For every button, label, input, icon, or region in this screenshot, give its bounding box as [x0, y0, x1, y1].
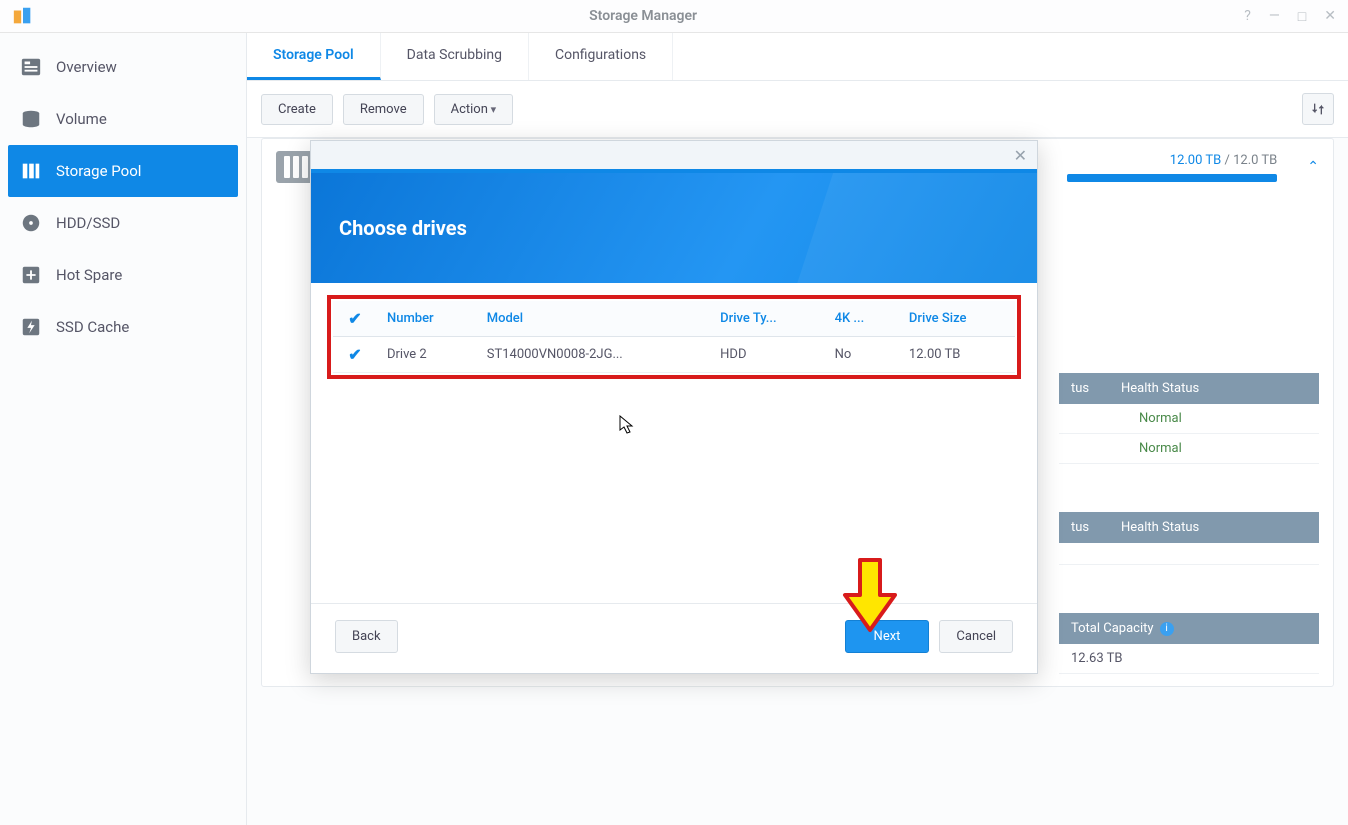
sidebar-item-label: SSD Cache	[56, 318, 129, 336]
sidebar-item-label: Storage Pool	[56, 162, 141, 180]
dialog-footer: Back Next Cancel	[311, 603, 1037, 673]
select-all-checkbox[interactable]: ✔	[333, 301, 377, 337]
health-table-1: tusHealth Status Normal Normal	[1059, 373, 1319, 464]
cursor-icon	[619, 415, 635, 439]
cancel-button[interactable]: Cancel	[939, 620, 1013, 653]
sidebar-item-hot-spare[interactable]: Hot Spare	[0, 249, 246, 301]
window-title: Storage Manager	[42, 8, 1244, 24]
drive-checkbox[interactable]: ✔	[333, 337, 377, 373]
close-icon[interactable]: ✕	[1014, 146, 1027, 165]
drive-row[interactable]: ✔ Drive 2 ST14000VN0008-2JG... HDD No 12…	[333, 337, 1015, 373]
maximize-button[interactable]: □	[1298, 8, 1306, 25]
chevron-up-icon[interactable]: ⌃	[1307, 159, 1319, 175]
col-4k[interactable]: 4K ...	[825, 301, 899, 337]
health-table-2: tusHealth Status	[1059, 512, 1319, 565]
create-button[interactable]: Create	[261, 94, 333, 125]
sidebar: Overview Volume Storage Pool HDD/SSD Hot…	[0, 33, 247, 825]
health-row: Normal	[1059, 404, 1319, 434]
action-dropdown[interactable]: Action	[434, 94, 514, 125]
minimize-button[interactable]: —	[1269, 8, 1280, 25]
capacity-value: 12.63 TB	[1059, 644, 1319, 674]
help-icon[interactable]: ?	[1244, 8, 1251, 25]
storage-pool-icon	[20, 160, 42, 182]
annotation-arrow	[840, 555, 900, 639]
capacity-used: 12.00 TB	[1170, 153, 1221, 168]
tabs: Storage Pool Data Scrubbing Configuratio…	[247, 33, 1348, 81]
drive-table-highlight: ✔ Number Model Drive Ty... 4K ... Drive …	[327, 295, 1021, 379]
sidebar-item-label: Overview	[56, 58, 117, 76]
sidebar-item-hdd-ssd[interactable]: HDD/SSD	[0, 197, 246, 249]
drive-number: Drive 2	[377, 337, 477, 373]
capacity-table: Total Capacity i 12.63 TB	[1059, 613, 1319, 674]
ssd-cache-icon	[20, 316, 42, 338]
tab-data-scrubbing[interactable]: Data Scrubbing	[381, 33, 529, 80]
sidebar-item-volume[interactable]: Volume	[0, 93, 246, 145]
capacity-bar	[1067, 174, 1277, 182]
drive-model: ST14000VN0008-2JG...	[477, 337, 710, 373]
back-button[interactable]: Back	[335, 620, 398, 653]
col-number[interactable]: Number	[377, 301, 477, 337]
col-drive-size[interactable]: Drive Size	[899, 301, 1015, 337]
window-controls: ? — □ ✕	[1244, 8, 1336, 25]
sidebar-item-ssd-cache[interactable]: SSD Cache	[0, 301, 246, 353]
hdd-icon	[20, 212, 42, 234]
drive-size: 12.00 TB	[899, 337, 1015, 373]
drive-table: ✔ Number Model Drive Ty... 4K ... Drive …	[333, 301, 1015, 373]
sidebar-item-storage-pool[interactable]: Storage Pool	[8, 145, 238, 197]
drive-4k: No	[825, 337, 899, 373]
col-model[interactable]: Model	[477, 301, 710, 337]
titlebar: Storage Manager ? — □ ✕	[0, 0, 1348, 33]
volume-icon	[20, 108, 42, 130]
sidebar-item-label: Volume	[56, 110, 107, 128]
toolbar: Create Remove Action	[247, 81, 1348, 138]
remove-button[interactable]: Remove	[343, 94, 424, 125]
sidebar-item-overview[interactable]: Overview	[0, 41, 246, 93]
dialog-title: Choose drives	[311, 173, 1037, 283]
drive-type: HDD	[710, 337, 824, 373]
close-window-button[interactable]: ✕	[1324, 8, 1336, 25]
overview-icon	[20, 56, 42, 78]
info-icon[interactable]: i	[1160, 622, 1174, 636]
tab-configurations[interactable]: Configurations	[529, 33, 673, 80]
health-row: Normal	[1059, 434, 1319, 464]
choose-drives-dialog: ✕ Choose drives ✔ Number Model Drive Ty.…	[310, 140, 1038, 674]
sort-button[interactable]	[1302, 93, 1334, 125]
sort-icon	[1310, 101, 1326, 117]
sidebar-item-label: Hot Spare	[56, 266, 122, 284]
col-drive-type[interactable]: Drive Ty...	[710, 301, 824, 337]
tab-storage-pool[interactable]: Storage Pool	[247, 33, 381, 80]
capacity-total: 12.0 TB	[1233, 153, 1277, 168]
hot-spare-icon	[20, 264, 42, 286]
app-icon	[12, 5, 34, 27]
sidebar-item-label: HDD/SSD	[56, 214, 120, 232]
capacity-summary: 12.00 TB / 12.0 TB	[1067, 153, 1277, 182]
